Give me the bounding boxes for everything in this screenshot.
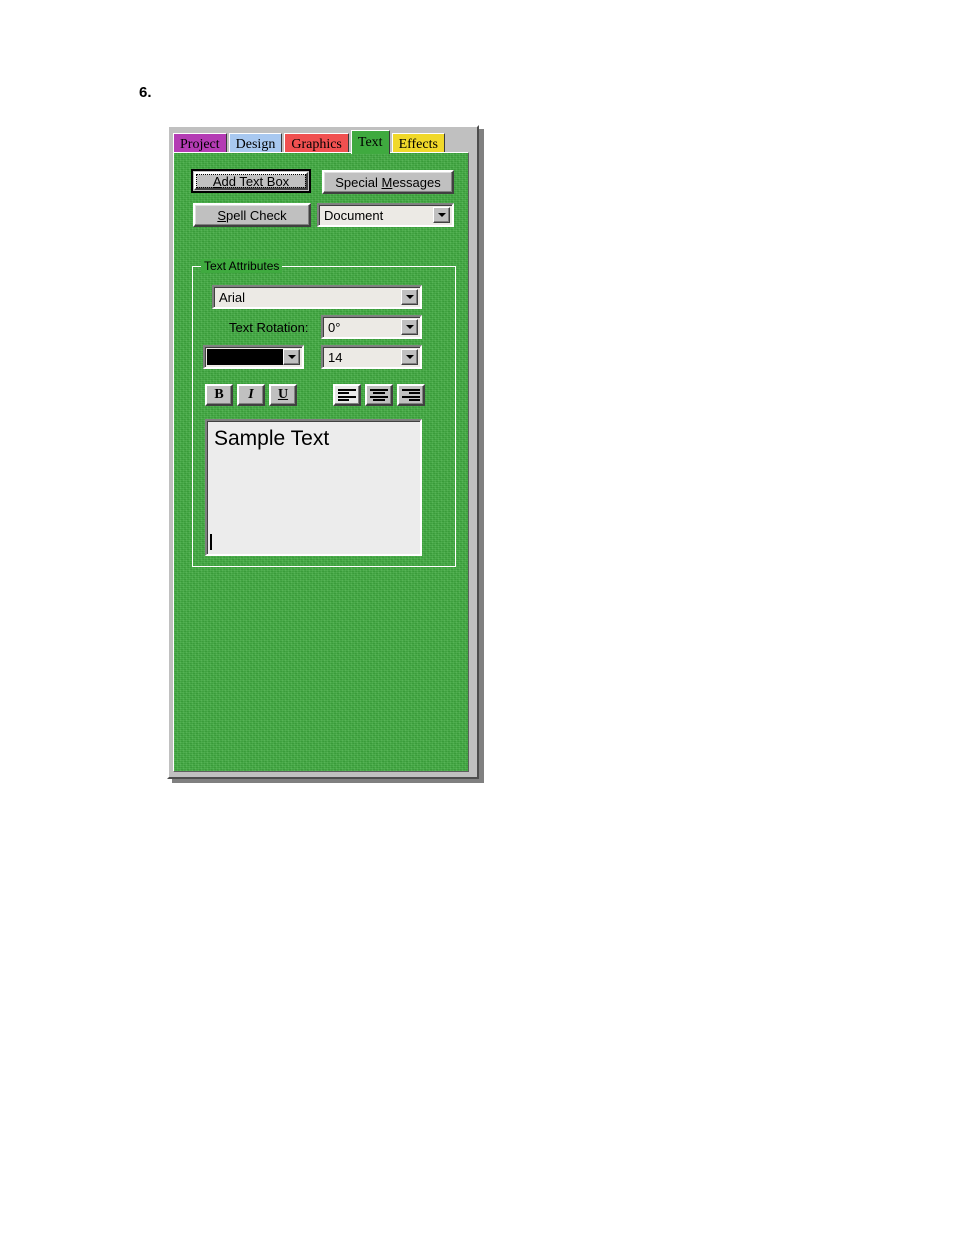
text-rotation-value: 0°: [328, 319, 341, 335]
text-color-swatch: [207, 349, 283, 365]
align-center-button[interactable]: [365, 384, 393, 406]
tab-design-label: Design: [235, 137, 276, 152]
add-text-box-focus-rect: Add Text Box: [196, 173, 306, 189]
underline-button[interactable]: U: [269, 384, 297, 406]
tab-graphics-label: Graphics: [291, 137, 342, 152]
bold-icon: B: [214, 387, 224, 402]
italic-icon: I: [248, 387, 254, 402]
text-rotation-dropdown[interactable]: 0°: [321, 315, 422, 339]
text-tool-window: Project Design Graphics Text Effects Add…: [167, 125, 479, 779]
tab-text[interactable]: Text: [350, 130, 390, 154]
underline-icon: U: [277, 387, 289, 402]
special-messages-accel: M: [381, 174, 393, 190]
tab-design[interactable]: Design: [228, 133, 283, 154]
add-text-box-button[interactable]: Add Text Box: [191, 169, 311, 193]
spell-scope-dropdown[interactable]: Document: [317, 203, 454, 227]
chevron-down-icon[interactable]: [401, 319, 418, 335]
tab-effects-label: Effects: [398, 137, 438, 152]
tab-project-label: Project: [180, 137, 220, 152]
add-text-box-accel: A: [212, 173, 222, 189]
step-number-label: 6.: [139, 84, 152, 101]
align-left-button[interactable]: [333, 384, 361, 406]
text-color-dropdown[interactable]: [203, 345, 304, 369]
text-attributes-groupbox: Text Attributes Arial Text Rotation: 0°: [192, 259, 456, 567]
special-messages-button[interactable]: Special Messages: [322, 170, 454, 194]
font-family-dropdown[interactable]: Arial: [212, 285, 422, 309]
text-preview-sample: Sample Text: [214, 427, 330, 450]
text-caret: [210, 534, 212, 550]
chevron-down-icon[interactable]: [433, 207, 450, 223]
bold-button[interactable]: B: [205, 384, 233, 406]
tab-graphics[interactable]: Graphics: [284, 133, 349, 154]
alignment-button-group: [333, 384, 425, 406]
align-left-icon: [338, 388, 356, 402]
align-right-button[interactable]: [397, 384, 425, 406]
align-center-icon: [370, 388, 388, 402]
chevron-down-icon[interactable]: [401, 349, 418, 365]
text-tab-panel: Add Text Box Special Messages Spell Chec…: [173, 152, 469, 772]
add-text-box-label: Add Text Box: [212, 173, 290, 189]
font-family-value: Arial: [219, 289, 246, 305]
text-preview-pane[interactable]: Sample Text: [205, 419, 422, 556]
page-root: 6. Project Design Graphics Text Effects …: [0, 0, 954, 1235]
italic-button[interactable]: I: [237, 384, 265, 406]
spell-scope-value: Document: [324, 207, 384, 223]
tab-strip: Project Design Graphics Text Effects: [173, 130, 475, 154]
font-size-dropdown[interactable]: 14: [321, 345, 422, 369]
spell-check-accel: S: [217, 207, 226, 223]
tab-effects[interactable]: Effects: [391, 133, 445, 154]
spell-check-label: Spell Check: [217, 207, 287, 223]
align-right-icon: [402, 388, 420, 402]
tab-text-label: Text: [357, 135, 383, 150]
font-size-value: 14: [328, 349, 343, 365]
tab-project[interactable]: Project: [173, 133, 227, 154]
chevron-down-icon[interactable]: [283, 349, 300, 365]
add-text-box-button-face: Add Text Box: [194, 172, 308, 190]
text-rotation-label: Text Rotation:: [229, 320, 309, 335]
chevron-down-icon[interactable]: [401, 289, 418, 305]
spell-check-button[interactable]: Spell Check: [193, 203, 311, 227]
font-style-button-group: B I U: [205, 384, 297, 406]
special-messages-label: Special Messages: [335, 174, 441, 190]
text-attributes-title: Text Attributes: [201, 259, 283, 273]
